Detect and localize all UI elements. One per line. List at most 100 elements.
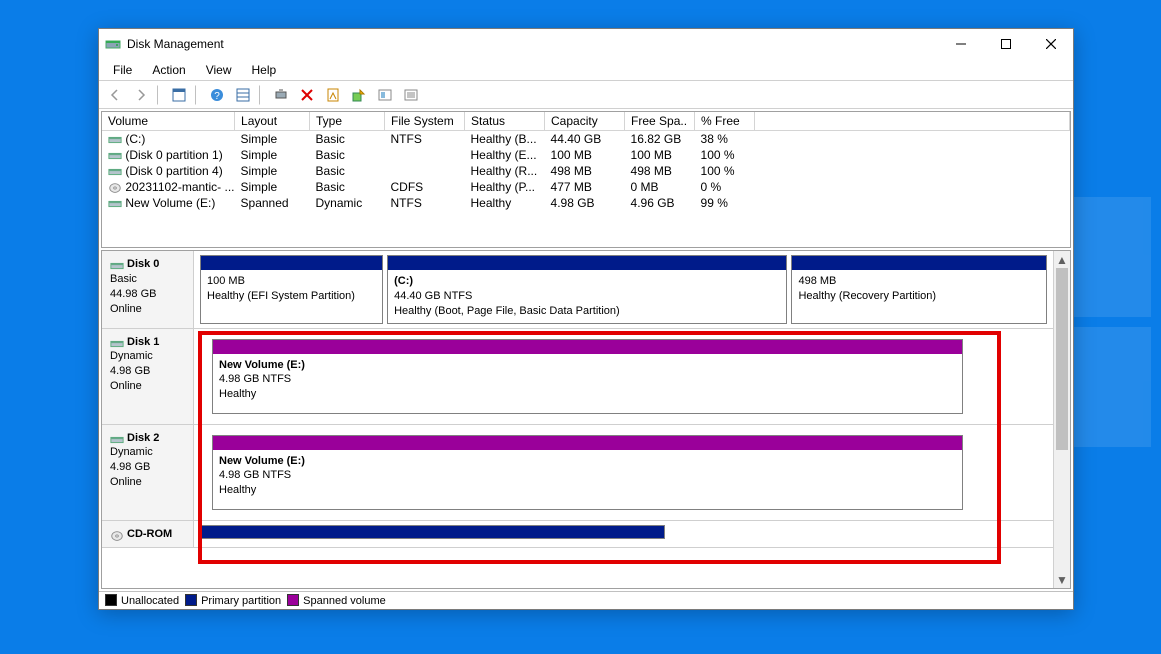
- cell-capacity: 477 MB: [545, 179, 625, 195]
- partition-body: (C:)44.40 GB NTFSHealthy (Boot, Page Fil…: [388, 270, 786, 323]
- cell-status: Healthy (B...: [465, 131, 545, 148]
- column-header[interactable]: % Free: [695, 112, 755, 131]
- disk-name: Disk 1: [127, 336, 159, 348]
- refresh-button[interactable]: [269, 83, 293, 107]
- disk-label[interactable]: CD-ROM: [102, 521, 194, 548]
- column-header[interactable]: Status: [465, 112, 545, 131]
- cell-pctfree: 100 %: [695, 147, 755, 163]
- cell-type: Basic: [310, 163, 385, 179]
- cell-layout: Simple: [235, 147, 310, 163]
- partition-body: New Volume (E:)4.98 GB NTFSHealthy: [213, 354, 962, 413]
- minimize-button[interactable]: [938, 29, 983, 59]
- menu-file[interactable]: File: [103, 61, 142, 79]
- toolbar-separator: [157, 85, 163, 105]
- disk-type: Basic: [110, 273, 137, 285]
- menu-action[interactable]: Action: [142, 61, 195, 79]
- partition-size: 44.40 GB NTFS: [394, 289, 780, 304]
- cell-free: 498 MB: [625, 163, 695, 179]
- menu-help[interactable]: Help: [242, 61, 287, 79]
- legend-primary: Primary partition: [185, 594, 281, 607]
- cell-fs: NTFS: [385, 131, 465, 148]
- toolbar: ?: [99, 81, 1073, 109]
- volume-table-header-row: VolumeLayoutTypeFile SystemStatusCapacit…: [102, 112, 1070, 131]
- disk-row: Disk 2Dynamic4.98 GBOnlineNew Volume (E:…: [102, 425, 1053, 521]
- volume-list-pane[interactable]: VolumeLayoutTypeFile SystemStatusCapacit…: [101, 111, 1071, 248]
- properties-button[interactable]: [321, 83, 345, 107]
- column-header[interactable]: Free Spa..: [625, 112, 695, 131]
- column-header[interactable]: File System: [385, 112, 465, 131]
- disk-name: Disk 2: [127, 432, 159, 444]
- partition-bar: [201, 526, 664, 538]
- legend-spanned: Spanned volume: [287, 594, 386, 607]
- cell-fs: CDFS: [385, 179, 465, 195]
- column-header[interactable]: Capacity: [545, 112, 625, 131]
- toolbar-separator: [195, 85, 201, 105]
- disk-row: Disk 1Dynamic4.98 GBOnline New Volume (E:…: [102, 329, 1053, 425]
- disk-icon: [110, 259, 124, 271]
- partition[interactable]: [200, 525, 665, 539]
- scroll-up-button[interactable]: ▲: [1054, 251, 1070, 268]
- disk-partitions: 100 MBHealthy (EFI System Partition)(C:)…: [194, 251, 1053, 328]
- help-button[interactable]: ?: [205, 83, 229, 107]
- scrollbar-thumb[interactable]: [1056, 268, 1068, 450]
- cell-capacity: 498 MB: [545, 163, 625, 179]
- partition[interactable]: 498 MBHealthy (Recovery Partition): [791, 255, 1047, 324]
- close-button[interactable]: [1028, 29, 1073, 59]
- partition[interactable]: 100 MBHealthy (EFI System Partition): [200, 255, 383, 324]
- disk-icon: [110, 433, 124, 445]
- partition-size: 4.98 GB NTFS: [219, 372, 956, 387]
- cell-type: Dynamic: [310, 195, 385, 211]
- cell-status: Healthy (R...: [465, 163, 545, 179]
- action-button[interactable]: [347, 83, 371, 107]
- cell-type: Basic: [310, 179, 385, 195]
- cell-status: Healthy: [465, 195, 545, 211]
- delete-button[interactable]: [295, 83, 319, 107]
- partition-title: New Volume (E:): [219, 454, 956, 469]
- column-header[interactable]: Volume: [102, 112, 235, 131]
- rescan-button[interactable]: [373, 83, 397, 107]
- column-header[interactable]: Type: [310, 112, 385, 131]
- partition[interactable]: New Volume (E:)4.98 GB NTFSHealthy: [212, 435, 963, 510]
- graphical-view-pane[interactable]: Disk 0Basic44.98 GBOnline100 MBHealthy (…: [101, 250, 1071, 589]
- disk-label[interactable]: Disk 2Dynamic4.98 GBOnline: [102, 425, 194, 520]
- cell-pctfree: 99 %: [695, 195, 755, 211]
- disk-type: Dynamic: [110, 446, 153, 458]
- maximize-button[interactable]: [983, 29, 1028, 59]
- back-button[interactable]: [103, 83, 127, 107]
- column-header[interactable]: Layout: [235, 112, 310, 131]
- column-header-spacer: [755, 112, 1070, 131]
- list-button[interactable]: [399, 83, 423, 107]
- cell-pctfree: 0 %: [695, 179, 755, 195]
- legend: Unallocated Primary partition Spanned vo…: [99, 591, 1073, 609]
- partition-body: 100 MBHealthy (EFI System Partition): [201, 270, 382, 323]
- volume-row[interactable]: 20231102-mantic- ...SimpleBasicCDFSHealt…: [102, 179, 1070, 195]
- menu-view[interactable]: View: [196, 61, 242, 79]
- volume-row[interactable]: New Volume (E:)SpannedDynamicNTFSHealthy…: [102, 195, 1070, 211]
- partition-body: 498 MBHealthy (Recovery Partition): [792, 270, 1046, 323]
- titlebar[interactable]: Disk Management: [99, 29, 1073, 59]
- volume-icon: (C:): [102, 131, 235, 148]
- volume-table: VolumeLayoutTypeFile SystemStatusCapacit…: [102, 112, 1070, 211]
- cell-capacity: 44.40 GB: [545, 131, 625, 148]
- forward-button[interactable]: [129, 83, 153, 107]
- partition-size: 100 MB: [207, 274, 376, 289]
- scroll-down-button[interactable]: ▼: [1054, 571, 1070, 588]
- cell-free: 16.82 GB: [625, 131, 695, 148]
- content-area: VolumeLayoutTypeFile SystemStatusCapacit…: [99, 109, 1073, 609]
- cell-status: Healthy (E...: [465, 147, 545, 163]
- partition[interactable]: New Volume (E:)4.98 GB NTFSHealthy: [212, 339, 963, 414]
- volume-row[interactable]: (C:)SimpleBasicNTFSHealthy (B...44.40 GB…: [102, 131, 1070, 148]
- partition-bar: [792, 256, 1046, 270]
- show-hide-console-button[interactable]: [167, 83, 191, 107]
- disk-label[interactable]: Disk 1Dynamic4.98 GBOnline: [102, 329, 194, 424]
- vertical-scrollbar[interactable]: ▲ ▼: [1053, 251, 1070, 588]
- volume-row[interactable]: (Disk 0 partition 4)SimpleBasicHealthy (…: [102, 163, 1070, 179]
- cell-status: Healthy (P...: [465, 179, 545, 195]
- partition-size: 498 MB: [798, 274, 1040, 289]
- volume-row[interactable]: (Disk 0 partition 1)SimpleBasicHealthy (…: [102, 147, 1070, 163]
- menubar: File Action View Help: [99, 59, 1073, 81]
- partition[interactable]: (C:)44.40 GB NTFSHealthy (Boot, Page Fil…: [387, 255, 787, 324]
- settings-button[interactable]: [231, 83, 255, 107]
- disk-label[interactable]: Disk 0Basic44.98 GBOnline: [102, 251, 194, 328]
- disk-partitions: [194, 521, 1053, 548]
